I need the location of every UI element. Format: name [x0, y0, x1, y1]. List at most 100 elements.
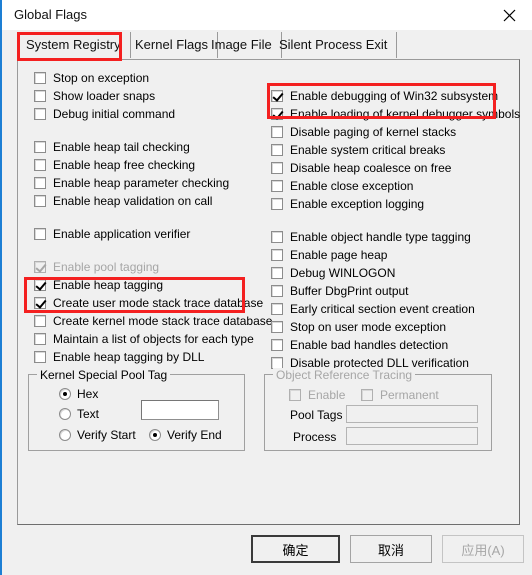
- checkbox-box: [34, 278, 46, 291]
- global-flags-dialog: Global Flags System Registry Kernel Flag…: [0, 0, 532, 575]
- checkbox-enable-bad-handles-detection[interactable]: Enable bad handles detection: [271, 336, 448, 353]
- checkbox-box: [34, 296, 46, 309]
- window-title: Global Flags: [14, 7, 87, 22]
- checkbox-box: [271, 161, 283, 174]
- title-bar: Global Flags: [2, 0, 532, 30]
- checkbox-label: Enable heap free checking: [53, 157, 196, 172]
- checkbox-enable-heap-free-checking[interactable]: Enable heap free checking: [34, 156, 195, 173]
- checkbox-debug-winlogon[interactable]: Debug WINLOGON: [271, 264, 395, 281]
- checkbox-box: [34, 89, 46, 102]
- radio-verify-start[interactable]: Verify Start: [59, 427, 136, 443]
- checkbox-label: Buffer DbgPrint output: [290, 283, 409, 298]
- checkbox-label: Create kernel mode stack trace database: [53, 313, 273, 328]
- checkbox-label: Show loader snaps: [53, 88, 156, 103]
- apply-button[interactable]: 应用(A): [442, 535, 524, 563]
- radio-text[interactable]: Text: [59, 406, 99, 422]
- radio-dot: [149, 429, 161, 441]
- checkbox-label: Stop on user mode exception: [290, 319, 447, 334]
- checkbox-box: [271, 230, 283, 243]
- checkbox-stop-on-user-mode-exception[interactable]: Stop on user mode exception: [271, 318, 446, 335]
- checkbox-enable-heap-validation-on-call[interactable]: Enable heap validation on call: [34, 192, 212, 209]
- checkbox-box: [271, 266, 283, 279]
- checkbox-label: Enable object handle type tagging: [290, 229, 471, 244]
- checkbox-box: [361, 388, 373, 401]
- checkbox-maintain-list-of-objects[interactable]: Maintain a list of objects for each type: [34, 330, 254, 347]
- checkbox-disable-paging-kernel-stacks[interactable]: Disable paging of kernel stacks: [271, 123, 456, 140]
- radio-label: Text: [77, 407, 100, 421]
- checkbox-label: Enable system critical breaks: [290, 142, 446, 157]
- system-registry-panel: Stop on exception Show loader snaps Debu…: [17, 59, 520, 525]
- checkbox-box: [271, 143, 283, 156]
- radio-label: Verify End: [167, 428, 222, 442]
- tab-silent-process-exit[interactable]: Silent Process Exit: [270, 32, 398, 58]
- checkbox-box: [34, 332, 46, 345]
- radio-dot: [59, 429, 71, 441]
- checkbox-label: Enable loading of kernel debugger symbol…: [290, 106, 521, 121]
- checkbox-box: [271, 320, 283, 333]
- checkbox-enable-system-critical-breaks[interactable]: Enable system critical breaks: [271, 141, 445, 158]
- checkbox-box: [34, 350, 46, 363]
- checkbox-object-tracing-enable: Enable: [289, 386, 345, 403]
- checkbox-enable-heap-tail-checking[interactable]: Enable heap tail checking: [34, 138, 190, 155]
- checkbox-label: Enable heap tail checking: [53, 139, 190, 154]
- radio-dot: [59, 388, 71, 400]
- tab-system-registry[interactable]: System Registry: [17, 32, 131, 58]
- tab-strip: System Registry Kernel Flags Image File …: [2, 30, 532, 60]
- pool-tags-label: Pool Tags: [290, 408, 343, 422]
- checkbox-enable-loading-kernel-debugger-symbols[interactable]: Enable loading of kernel debugger symbol…: [271, 105, 520, 122]
- checkbox-create-kernel-mode-stack-trace-database[interactable]: Create kernel mode stack trace database: [34, 312, 272, 329]
- checkbox-show-loader-snaps[interactable]: Show loader snaps: [34, 87, 155, 104]
- checkbox-label: Enable close exception: [290, 178, 414, 193]
- checkbox-enable-application-verifier[interactable]: Enable application verifier: [34, 225, 190, 242]
- checkbox-stop-on-exception[interactable]: Stop on exception: [34, 69, 149, 86]
- checkbox-enable-heap-tagging-by-dll[interactable]: Enable heap tagging by DLL: [34, 348, 204, 365]
- radio-verify-end[interactable]: Verify End: [149, 427, 222, 443]
- checkbox-box: [34, 158, 46, 171]
- close-icon[interactable]: [486, 0, 532, 30]
- checkbox-label: Enable heap tagging by DLL: [53, 349, 205, 364]
- checkbox-label: Enable heap parameter checking: [53, 175, 230, 190]
- checkbox-disable-heap-coalesce-on-free[interactable]: Disable heap coalesce on free: [271, 159, 451, 176]
- checkbox-enable-heap-tagging[interactable]: Enable heap tagging: [34, 276, 163, 293]
- checkbox-box: [271, 338, 283, 351]
- checkbox-label: Enable: [308, 387, 346, 402]
- checkbox-label: Disable paging of kernel stacks: [290, 124, 457, 139]
- cancel-button[interactable]: 取消: [350, 535, 432, 563]
- checkbox-enable-debugging-win32-subsystem[interactable]: Enable debugging of Win32 subsystem: [271, 87, 498, 104]
- checkbox-label: Enable page heap: [290, 247, 388, 262]
- checkbox-buffer-dbgprint-output[interactable]: Buffer DbgPrint output: [271, 282, 409, 299]
- checkbox-box: [289, 388, 301, 401]
- pool-tag-input[interactable]: [141, 400, 219, 420]
- checkbox-object-tracing-permanent: Permanent: [361, 386, 439, 403]
- checkbox-enable-page-heap[interactable]: Enable page heap: [271, 246, 387, 263]
- ok-button[interactable]: 确定: [251, 535, 340, 563]
- checkbox-box: [34, 176, 46, 189]
- checkbox-label: Enable exception logging: [290, 196, 425, 211]
- checkbox-create-user-mode-stack-trace-database[interactable]: Create user mode stack trace database: [34, 294, 263, 311]
- checkbox-enable-close-exception[interactable]: Enable close exception: [271, 177, 413, 194]
- checkbox-label: Enable pool tagging: [53, 259, 160, 274]
- checkbox-label: Enable debugging of Win32 subsystem: [290, 88, 499, 103]
- checkbox-box: [271, 302, 283, 315]
- checkbox-box: [271, 356, 283, 369]
- checkbox-box: [34, 260, 46, 273]
- checkbox-enable-exception-logging[interactable]: Enable exception logging: [271, 195, 424, 212]
- checkbox-box: [34, 71, 46, 84]
- checkbox-box: [271, 89, 283, 102]
- checkbox-box: [34, 314, 46, 327]
- checkbox-box: [34, 140, 46, 153]
- checkbox-label: Permanent: [380, 387, 439, 402]
- checkbox-label: Debug initial command: [53, 106, 176, 121]
- checkbox-early-critical-section-event-creation[interactable]: Early critical section event creation: [271, 300, 475, 317]
- pool-tags-input[interactable]: [346, 405, 478, 423]
- radio-hex[interactable]: Hex: [59, 386, 98, 402]
- checkbox-box: [34, 227, 46, 240]
- checkbox-label: Stop on exception: [53, 70, 150, 85]
- checkbox-label: Create user mode stack trace database: [53, 295, 264, 310]
- process-input[interactable]: [346, 427, 478, 445]
- checkbox-label: Disable heap coalesce on free: [290, 160, 452, 175]
- checkbox-enable-object-handle-type-tagging[interactable]: Enable object handle type tagging: [271, 228, 471, 245]
- checkbox-debug-initial-command[interactable]: Debug initial command: [34, 105, 175, 122]
- checkbox-box: [271, 197, 283, 210]
- checkbox-enable-heap-parameter-checking[interactable]: Enable heap parameter checking: [34, 174, 229, 191]
